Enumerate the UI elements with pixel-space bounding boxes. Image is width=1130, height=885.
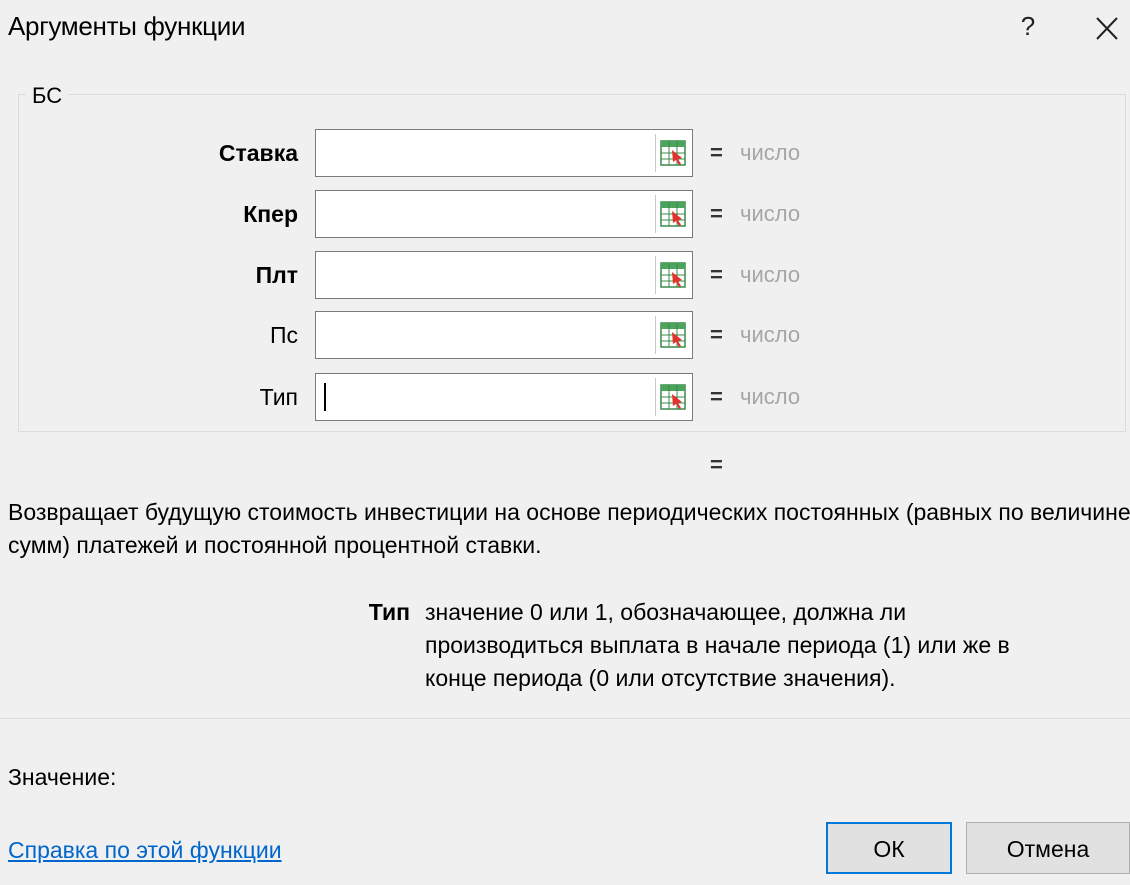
function-help-link[interactable]: Справка по этой функции [8,835,282,865]
text-caret [324,383,326,411]
argument-result: число [740,140,801,165]
equals-sign: = [710,140,723,165]
collapse-dialog-range-icon [660,201,686,227]
collapse-dialog-range-icon [660,384,686,410]
close-button[interactable] [1086,8,1126,48]
collapse-dialog-range-icon [660,140,686,166]
argument-row-ps: Пс = число [0,311,1130,359]
argument-row-plt: Плт = число [0,251,1130,299]
question-mark-icon: ? [1020,11,1036,41]
argument-label: Тип [259,384,298,410]
argument-row-kper: Кпер = число [0,190,1130,238]
range-select-button[interactable] [655,378,690,416]
argument-input-plt[interactable] [315,251,693,299]
collapse-dialog-range-icon [660,322,686,348]
argument-row-stavka: Ставка = число [0,129,1130,177]
range-select-button[interactable] [655,195,690,233]
close-icon [1096,17,1118,40]
argument-input-stavka[interactable] [315,129,693,177]
argument-label: Пс [269,322,298,348]
cancel-button[interactable]: Отмена [966,822,1130,874]
value-label: Значение: [8,764,117,790]
argument-result: число [740,201,801,226]
argument-result: число [740,384,801,409]
argument-result: число [740,322,801,347]
ok-button[interactable]: ОК [826,822,952,874]
total-result: = [710,452,723,478]
argument-label: Ставка [218,140,298,166]
equals-sign: = [710,262,723,287]
argument-row-tip: Тип = число [0,373,1130,421]
collapse-dialog-range-icon [660,262,686,288]
help-button[interactable]: ? [1010,8,1046,44]
argument-input-kper[interactable] [315,190,693,238]
active-argument-name: Тип [368,599,410,625]
function-arguments-dialog: Аргументы функции ? БС Ставка = число Кп… [0,0,1130,885]
argument-input-ps[interactable] [315,311,693,359]
argument-label: Кпер [243,201,298,227]
equals-sign: = [710,384,723,409]
equals-sign: = [710,322,723,347]
argument-label: Плт [255,262,298,288]
argument-input-tip[interactable] [315,373,693,421]
function-name: БС [26,84,69,108]
function-description: Возвращает будущую стоимость инвестиции … [8,499,1130,558]
argument-result: число [740,262,801,287]
equals-sign: = [710,201,723,226]
dialog-title: Аргументы функции [8,11,246,41]
total-equals-sign: = [710,452,723,477]
range-select-button[interactable] [655,134,690,172]
active-argument-description: значение 0 или 1, обозначающее, должна л… [425,599,1010,691]
separator [0,718,1130,719]
range-select-button[interactable] [655,256,690,294]
range-select-button[interactable] [655,316,690,354]
